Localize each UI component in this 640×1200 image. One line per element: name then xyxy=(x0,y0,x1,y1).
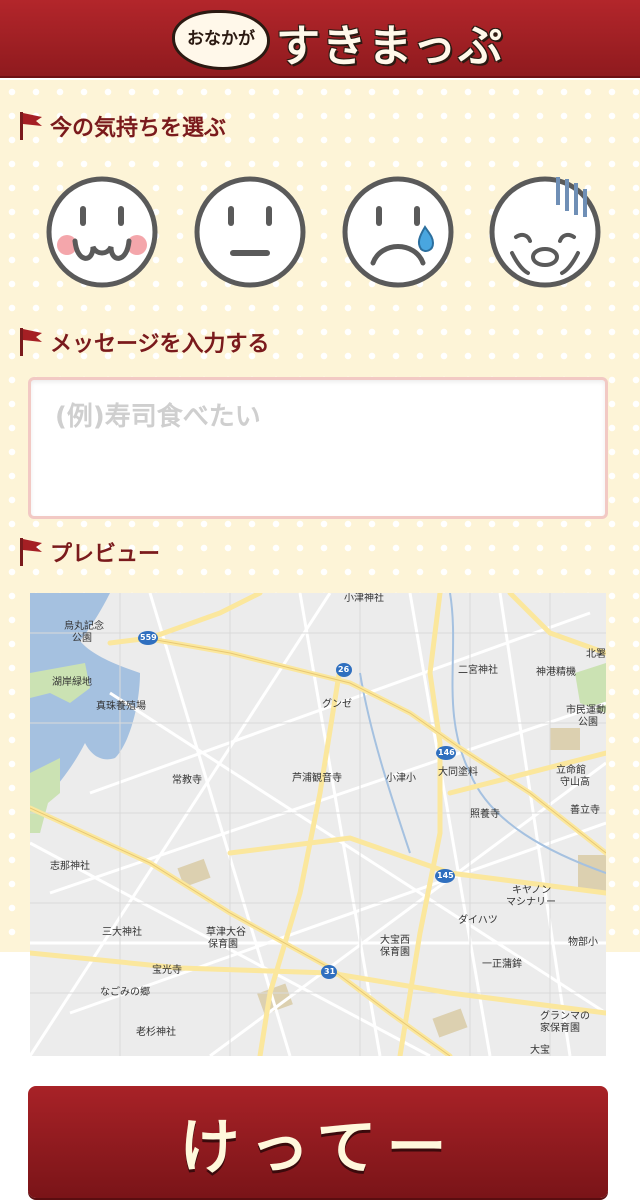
map-label-daiho: 大宝西 xyxy=(380,935,410,946)
map-label-kogan: 湖岸緑地 xyxy=(52,677,92,688)
logo-big-text: すきまっぷ xyxy=(276,21,505,72)
map-label-shimin: 市民運動 xyxy=(566,705,606,716)
map-label-kitajin: 北署 xyxy=(586,649,606,660)
map-label-hoikuen2: 保育園 xyxy=(380,947,410,958)
map-label-hokoji: 宝光寺 xyxy=(152,965,182,976)
map-label-daihatsu: ダイハツ xyxy=(458,915,498,926)
map-label-kotsu-shrine: 小津神社 xyxy=(344,593,384,604)
flag-icon xyxy=(20,538,42,566)
map-label-karasumaru: 烏丸記念 xyxy=(64,621,104,632)
map-label-yanmar: キヤノン xyxy=(512,885,552,896)
preview-section-title: プレビュー xyxy=(50,542,161,567)
shocked-face-icon[interactable] xyxy=(488,175,602,289)
map-label-ritsumei: 立命館 xyxy=(556,765,586,776)
submit-button[interactable]: けってー xyxy=(28,1086,608,1198)
message-section-title: メッセージを入力する xyxy=(50,332,270,357)
map-label-hoikuen: 保育園 xyxy=(208,939,238,950)
map-label-ichimasa: 一正蒲鉾 xyxy=(482,959,522,970)
preview-map[interactable]: 559 26 146 145 31 小津神社 烏丸記念 公園 湖岸緑地 真珠養殖… xyxy=(30,593,606,1056)
route-145-label: 145 xyxy=(437,871,454,880)
map-label-shina: 志那神社 xyxy=(50,861,90,872)
neutral-face-icon[interactable] xyxy=(193,175,307,289)
mood-section-header: 今の気持ちを選ぶ xyxy=(18,111,226,141)
mood-face-list xyxy=(45,175,605,290)
happy-face-icon[interactable] xyxy=(45,175,159,289)
map-label-jokyo: 常教寺 xyxy=(172,775,202,786)
map-label-zenritsu: 善立寺 xyxy=(570,805,600,816)
flag-icon xyxy=(20,328,42,356)
map-label-park2: 公園 xyxy=(578,717,598,728)
map-label-ie: 家保育園 xyxy=(540,1023,580,1034)
map-label-oisugi: 老杉神社 xyxy=(136,1027,176,1038)
map-label-monobe: 物部小 xyxy=(568,937,598,948)
map-label-shoyo: 照養寺 xyxy=(470,809,500,820)
map-label-nagomi: なごみの郷 xyxy=(100,987,150,998)
preview-section-header: プレビュー xyxy=(18,537,160,567)
app-header: おなかが すきまっぷ xyxy=(0,0,640,78)
crying-face-icon[interactable] xyxy=(341,175,455,289)
map-label-guranma: グランマの xyxy=(540,1011,590,1022)
mood-section-title: 今の気持ちを選ぶ xyxy=(50,116,227,141)
route-31-label: 31 xyxy=(324,967,336,976)
flag-icon xyxy=(20,112,42,140)
map-label-gunze: グンゼ xyxy=(322,699,352,710)
map-label-shinju: 真珠養殖場 xyxy=(96,701,146,712)
map-label-daiho2: 大宝 xyxy=(530,1045,550,1056)
message-input[interactable] xyxy=(31,380,605,516)
map-label-moriyama: 守山高 xyxy=(560,777,590,788)
map-label-kusatsu: 草津大谷 xyxy=(206,927,246,938)
submit-button-label: けってー xyxy=(179,1112,457,1183)
map-label-kamiminato: 神港精機 xyxy=(536,667,576,678)
map-label-sandai: 三大神社 xyxy=(102,927,142,938)
map-label-kotsu-elem: 小津小 xyxy=(386,773,416,784)
map-label-ashiura: 芦浦観音寺 xyxy=(292,773,342,784)
route-26-label: 26 xyxy=(338,665,350,674)
map-label-ninomiya: 二宮神社 xyxy=(458,665,498,676)
logo-small-text: おなかが xyxy=(187,29,255,49)
map-label-machinery: マシナリー xyxy=(506,897,556,908)
map-label-daido: 大同塗料 xyxy=(438,767,478,778)
message-input-box xyxy=(28,377,608,519)
route-146-label: 146 xyxy=(438,748,455,757)
message-section-header: メッセージを入力する xyxy=(18,327,270,357)
map-label-park: 公園 xyxy=(72,633,92,644)
app-logo: おなかが すきまっぷ xyxy=(172,8,502,74)
route-559-label: 559 xyxy=(140,633,157,642)
